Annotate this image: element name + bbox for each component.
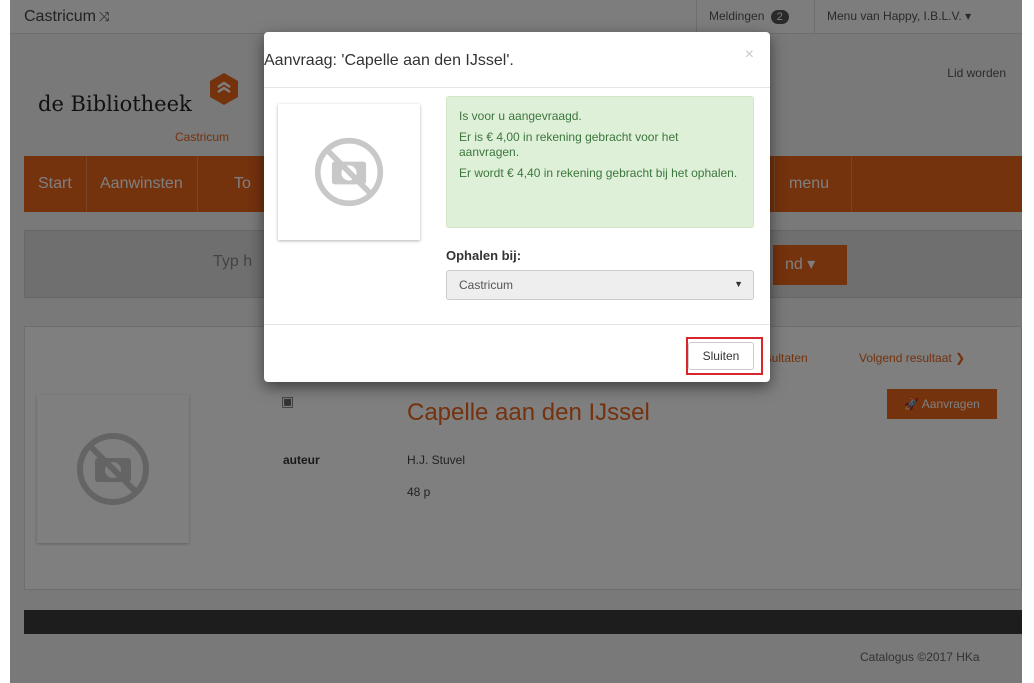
modal-cover-placeholder — [278, 104, 420, 240]
modal-header: Aanvraag: 'Capelle aan den IJssel'. × — [264, 32, 770, 88]
modal-title: Aanvraag: 'Capelle aan den IJssel'. — [264, 52, 514, 69]
alert-line: Is voor u aangevraagd. — [459, 109, 582, 123]
request-modal: Aanvraag: 'Capelle aan den IJssel'. × Is… — [264, 32, 770, 382]
no-image-icon — [314, 137, 384, 207]
success-alert: Is voor u aangevraagd. Er is € 4,00 in r… — [446, 96, 754, 228]
highlight-box — [686, 337, 763, 375]
alert-line: Er wordt € 4,40 in rekening gebracht bij… — [459, 166, 738, 180]
close-icon[interactable]: × — [745, 46, 754, 64]
alert-line: Er is € 4,00 in rekening gebracht voor h… — [459, 130, 679, 159]
chevron-down-icon: ▼ — [734, 279, 743, 289]
pickup-selected-value: Castricum — [459, 278, 514, 292]
pickup-label: Ophalen bij: — [446, 248, 522, 263]
pickup-location-select[interactable]: Castricum ▼ — [446, 270, 754, 300]
